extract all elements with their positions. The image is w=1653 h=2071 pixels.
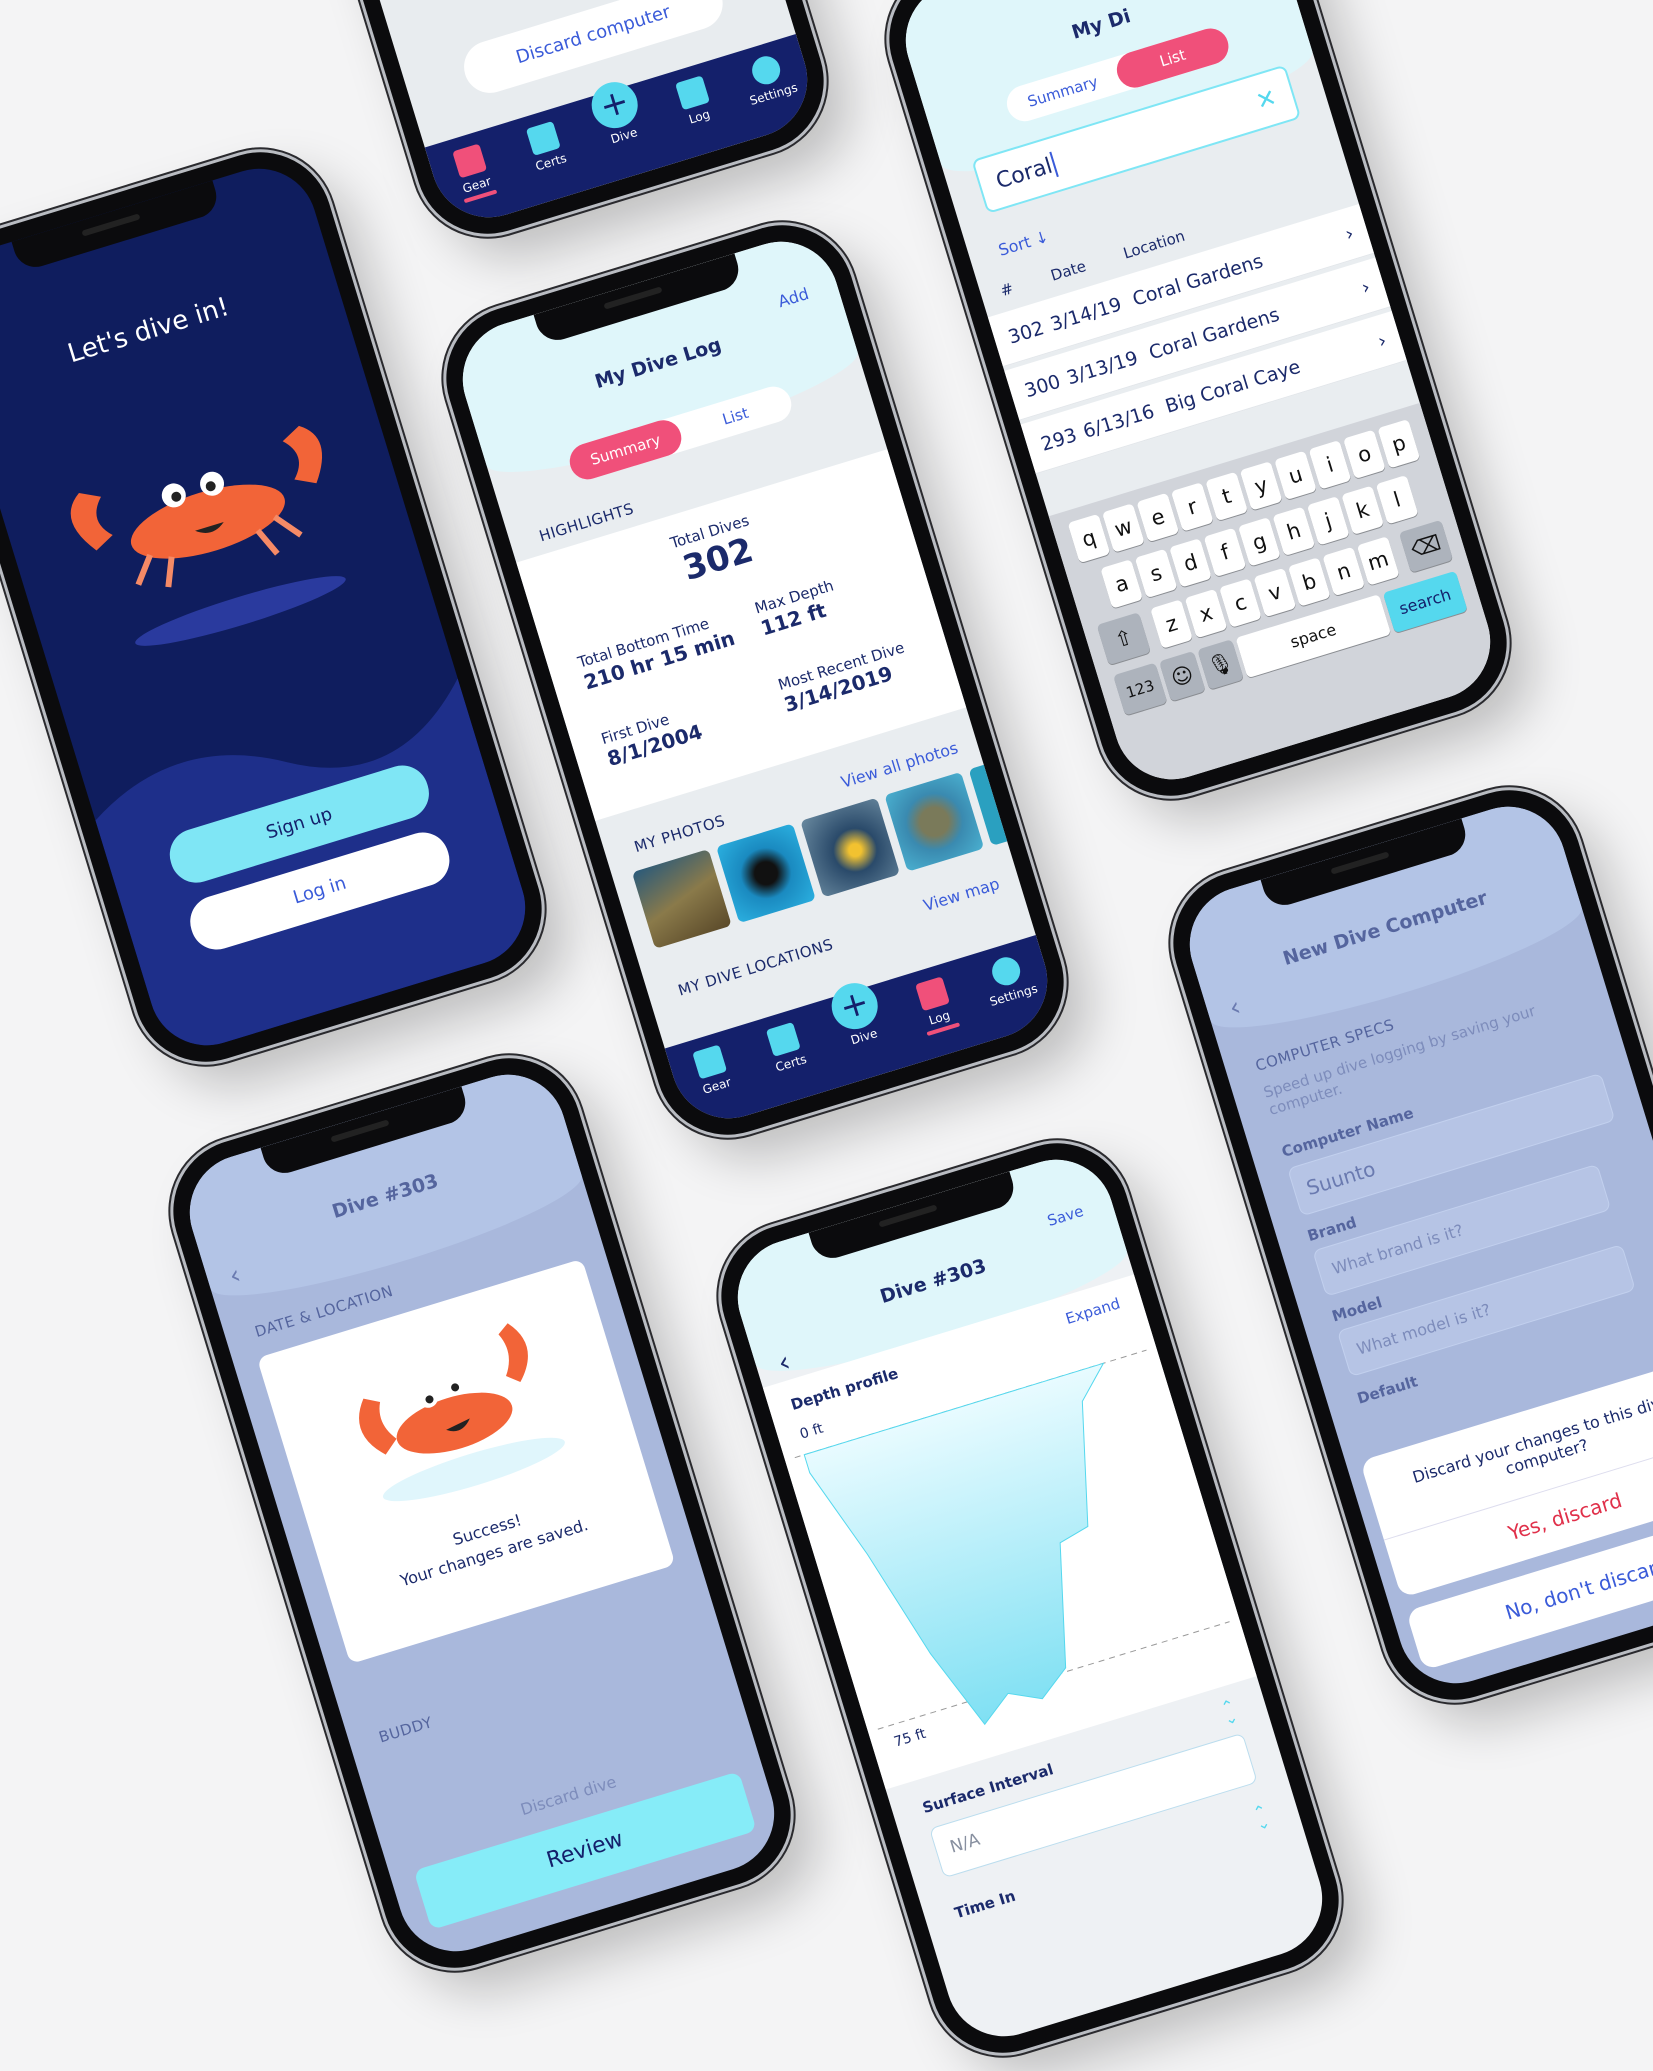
crab-illustration [70, 425, 346, 646]
my-dive-locations-label: MY DIVE LOCATIONS [675, 935, 836, 1000]
max-depth: Max Depth 112 ft [753, 576, 843, 640]
dive-number: 302 [1005, 316, 1047, 349]
photo-turtle[interactable] [884, 771, 985, 872]
most-recent-dive: Most Recent Dive 3/14/2019 [776, 638, 914, 716]
welcome-screen: Let's dive in! Sign up Log in [0, 154, 540, 1060]
phone-dive-detail: Dive #303 Save ‹ Depth profile Expand 0 … [703, 1125, 1357, 2071]
depth-area [803, 1362, 1105, 1726]
stepper-icon[interactable]: ⌃ ⌄ [1251, 1801, 1273, 1835]
tab-label: Gear [700, 1074, 733, 1097]
key-l[interactable]: l [1375, 474, 1419, 525]
phone-welcome: Let's dive in! Sign up Log in [0, 134, 560, 1080]
shift-key[interactable]: ⇧ [1096, 612, 1151, 666]
tab-certs[interactable]: Certs [751, 1017, 822, 1079]
time-in-label: Time In [952, 1886, 1018, 1923]
search-key[interactable]: search [1382, 570, 1468, 634]
id-card-icon [526, 120, 562, 156]
tab-gear[interactable]: Gear [437, 139, 510, 207]
new-computer-screen: New Dive Computer ‹ COMPUTER SPECS Speed… [1175, 792, 1653, 1698]
total-bottom-time: Total Bottom Time 210 hr 15 min [576, 609, 738, 694]
column-date[interactable]: Date [1049, 257, 1089, 285]
emoji-key[interactable]: ☺ [1158, 650, 1206, 702]
tab-log[interactable]: Log [899, 972, 972, 1040]
dive-date: 3/13/19 [1063, 346, 1141, 389]
settings-gear-icon [748, 52, 784, 88]
dive-detail-screen: Dive #303 Save ‹ Depth profile Expand 0 … [723, 1145, 1337, 2051]
photo-water[interactable] [968, 746, 1062, 846]
logbook-icon [674, 75, 710, 111]
photo-diver[interactable] [716, 823, 816, 924]
crab-illustration [359, 1323, 565, 1502]
total-dives: Total Dives 302 [522, 466, 910, 635]
key-p[interactable]: p [1377, 419, 1421, 469]
tab-settings[interactable]: Settings [974, 949, 1045, 1011]
notch [11, 180, 222, 273]
expand-link[interactable]: Expand [1063, 1294, 1122, 1328]
tab-label: Gear [460, 173, 493, 196]
dive-date: 3/14/19 [1047, 292, 1125, 336]
tab-gear[interactable]: Gear [677, 1040, 748, 1102]
arrow-down-icon: ↓ [1032, 226, 1051, 249]
depth-chart [794, 1349, 1230, 1730]
photo-fish[interactable] [800, 797, 901, 898]
clear-icon[interactable]: ✕ [1253, 83, 1280, 116]
tab-log[interactable]: Log [659, 71, 730, 133]
tab-label: Settings [988, 981, 1040, 1010]
logbook-icon [914, 976, 950, 1012]
column-num: # [998, 279, 1016, 301]
gear-icon [452, 143, 487, 179]
keyboard: qwertyuiop asdfghjkl ⇧ z x c v b n m ⌫ 123 ☺ 🎙 s… [1048, 402, 1505, 794]
tab-dive[interactable]: + Dive [585, 76, 655, 151]
numbers-key[interactable]: 123 [1113, 662, 1168, 716]
settings-gear-icon [988, 953, 1024, 989]
key-m[interactable]: m [1356, 536, 1400, 586]
phone-success: Dive #303 ‹ DATE & LOCATION BUDDY Discar… [155, 1040, 809, 1986]
view-map-link[interactable]: View map [921, 874, 1002, 915]
tab-bar: Gear Certs + Dive Log Settings [664, 935, 1062, 1133]
dive-number: 300 [1021, 370, 1064, 402]
photo-reef[interactable] [631, 849, 732, 949]
tab-certs[interactable]: Certs [511, 116, 582, 178]
first-dive: First Dive 8/1/2004 [599, 702, 705, 771]
tab-dive[interactable]: + Dive [825, 977, 895, 1052]
buddy-label: BUDDY [376, 1713, 435, 1747]
dive-number: 293 [1038, 423, 1080, 456]
search-value: Coral [993, 153, 1056, 194]
sort-label: Sort [996, 232, 1034, 260]
microphone-key[interactable]: 🎙 [1197, 639, 1244, 690]
gear-icon [692, 1044, 727, 1080]
id-card-icon [766, 1021, 802, 1057]
backspace-key[interactable]: ⌫ [1398, 519, 1454, 573]
top-depth-label: 0 ft [797, 1420, 826, 1443]
tab-label: Log [927, 1008, 952, 1028]
depth-profile-label: Depth profile [788, 1364, 901, 1414]
sort-button[interactable]: Sort ↓ [996, 227, 1051, 260]
dive-date: 6/13/16 [1080, 399, 1157, 443]
column-location[interactable]: Location [1121, 227, 1187, 263]
default-label: Default [1354, 1372, 1420, 1408]
tab-label: Settings [748, 80, 800, 109]
tab-label: Log [687, 107, 712, 127]
search-list-screen: My Di Summary List Coral ✕ Sort ↓ # Date… [891, 0, 1505, 794]
tab-settings[interactable]: Settings [734, 48, 805, 110]
welcome-heading: Let's dive in! [64, 291, 233, 370]
success-screen: Dive #303 ‹ DATE & LOCATION BUDDY Discar… [175, 1060, 789, 1966]
stepper-icon[interactable]: ⌃ ⌄ [1218, 1695, 1240, 1729]
dive-log-screen: My Dive Log Add Summary List HIGHLIGHTS … [448, 227, 1062, 1133]
